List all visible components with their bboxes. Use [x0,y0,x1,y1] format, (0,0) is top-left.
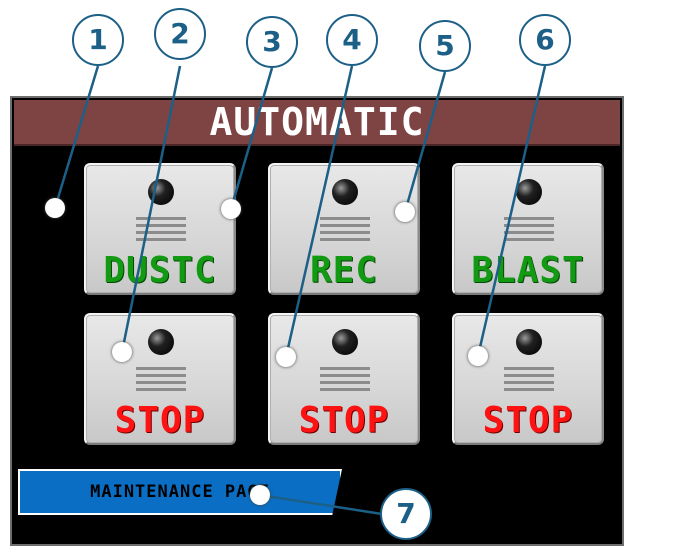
leader-line-4 [284,65,354,358]
callout-6: 6 [519,14,571,66]
leader-line-6 [476,65,547,357]
callout-dot-7 [250,485,270,505]
callout-7: 7 [380,488,432,540]
leader-line-3 [229,67,274,210]
callout-dot-2 [112,342,132,362]
callout-2: 2 [154,8,206,60]
leader-line-2 [120,65,182,353]
leader-line-1 [53,65,100,209]
callout-4: 4 [326,14,378,66]
callout-dot-3 [221,199,241,219]
callout-5: 5 [419,20,471,72]
leader-line-5 [403,71,447,213]
callout-1: 1 [72,14,124,66]
callout-dot-5 [395,202,415,222]
leader-line-7 [259,493,383,516]
callout-3: 3 [246,16,298,68]
callout-dot-4 [276,347,296,367]
callout-dot-6 [468,346,488,366]
callout-dot-1 [45,198,65,218]
callout-leaders [53,65,547,516]
